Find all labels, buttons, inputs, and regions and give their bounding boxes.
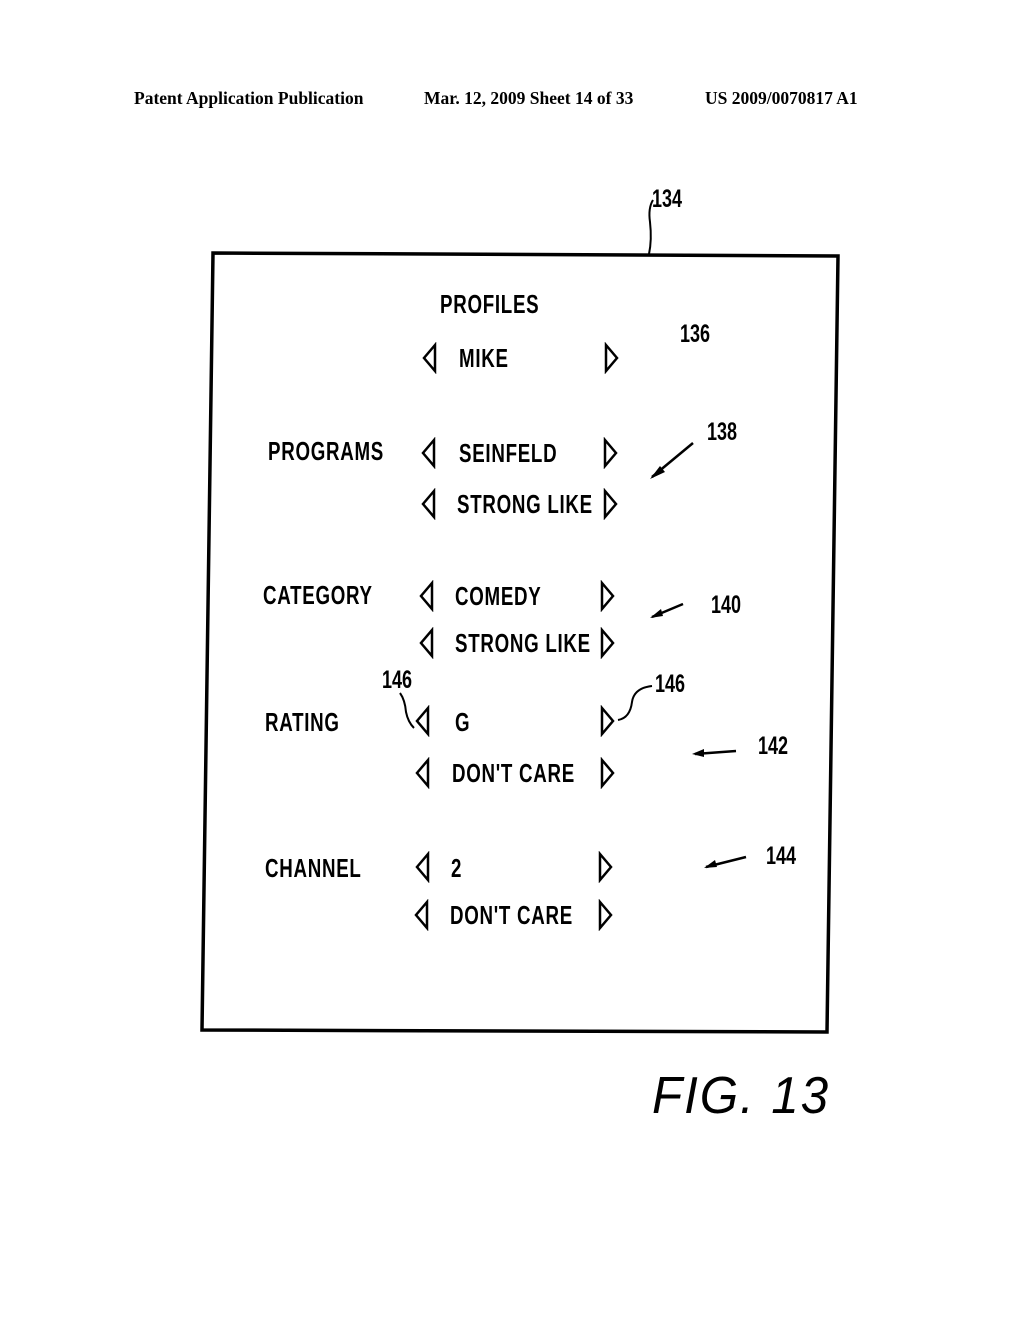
profile-value: MIKE: [459, 343, 509, 373]
profiles-title: PROFILES: [440, 289, 540, 319]
right-arrow-icon[interactable]: [598, 851, 614, 883]
ref-140: 140: [711, 591, 742, 619]
left-arrow-icon[interactable]: [414, 851, 430, 883]
ref-146-right: 146: [655, 670, 686, 698]
figure-drawing: [200, 199, 840, 1034]
right-arrow-icon[interactable]: [600, 627, 616, 659]
right-arrow-icon[interactable]: [600, 757, 616, 789]
ref-144: 144: [766, 842, 797, 870]
leader-146-left: [399, 692, 415, 729]
right-arrow-icon[interactable]: [600, 580, 616, 612]
left-arrow-icon[interactable]: [414, 705, 430, 737]
channel-preference: DON'T CARE: [450, 900, 573, 930]
category-value: COMEDY: [455, 581, 542, 611]
left-arrow-icon[interactable]: [418, 580, 434, 612]
right-arrow-icon[interactable]: [603, 488, 619, 520]
row-label-programs: PROGRAMS: [268, 436, 385, 466]
row-label-category: CATEGORY: [263, 580, 373, 610]
left-arrow-icon[interactable]: [420, 488, 436, 520]
row-label-channel: CHANNEL: [265, 853, 362, 883]
right-arrow-icon[interactable]: [598, 899, 614, 931]
row-label-rating: RATING: [265, 707, 340, 737]
figure-caption: FIG. 13: [652, 1067, 831, 1125]
ref-136: 136: [680, 320, 711, 348]
rating-value: G: [455, 707, 471, 737]
programs-preference: STRONG LIKE: [457, 489, 593, 519]
left-arrow-icon[interactable]: [420, 437, 436, 469]
left-arrow-icon[interactable]: [418, 627, 434, 659]
ref-138: 138: [707, 418, 738, 446]
leader-146-right: [617, 685, 653, 721]
ref-134: 134: [652, 185, 683, 213]
right-arrow-icon[interactable]: [600, 705, 616, 737]
channel-value: 2: [451, 853, 463, 883]
ref-146-left: 146: [382, 666, 413, 694]
right-arrow-icon[interactable]: [604, 342, 620, 374]
ref-142: 142: [758, 732, 789, 760]
rating-preference: DON'T CARE: [452, 758, 575, 788]
left-arrow-icon[interactable]: [413, 899, 429, 931]
programs-value: SEINFELD: [459, 438, 558, 468]
left-arrow-icon[interactable]: [421, 342, 437, 374]
category-preference: STRONG LIKE: [455, 628, 591, 658]
left-arrow-icon[interactable]: [414, 757, 430, 789]
right-arrow-icon[interactable]: [603, 437, 619, 469]
